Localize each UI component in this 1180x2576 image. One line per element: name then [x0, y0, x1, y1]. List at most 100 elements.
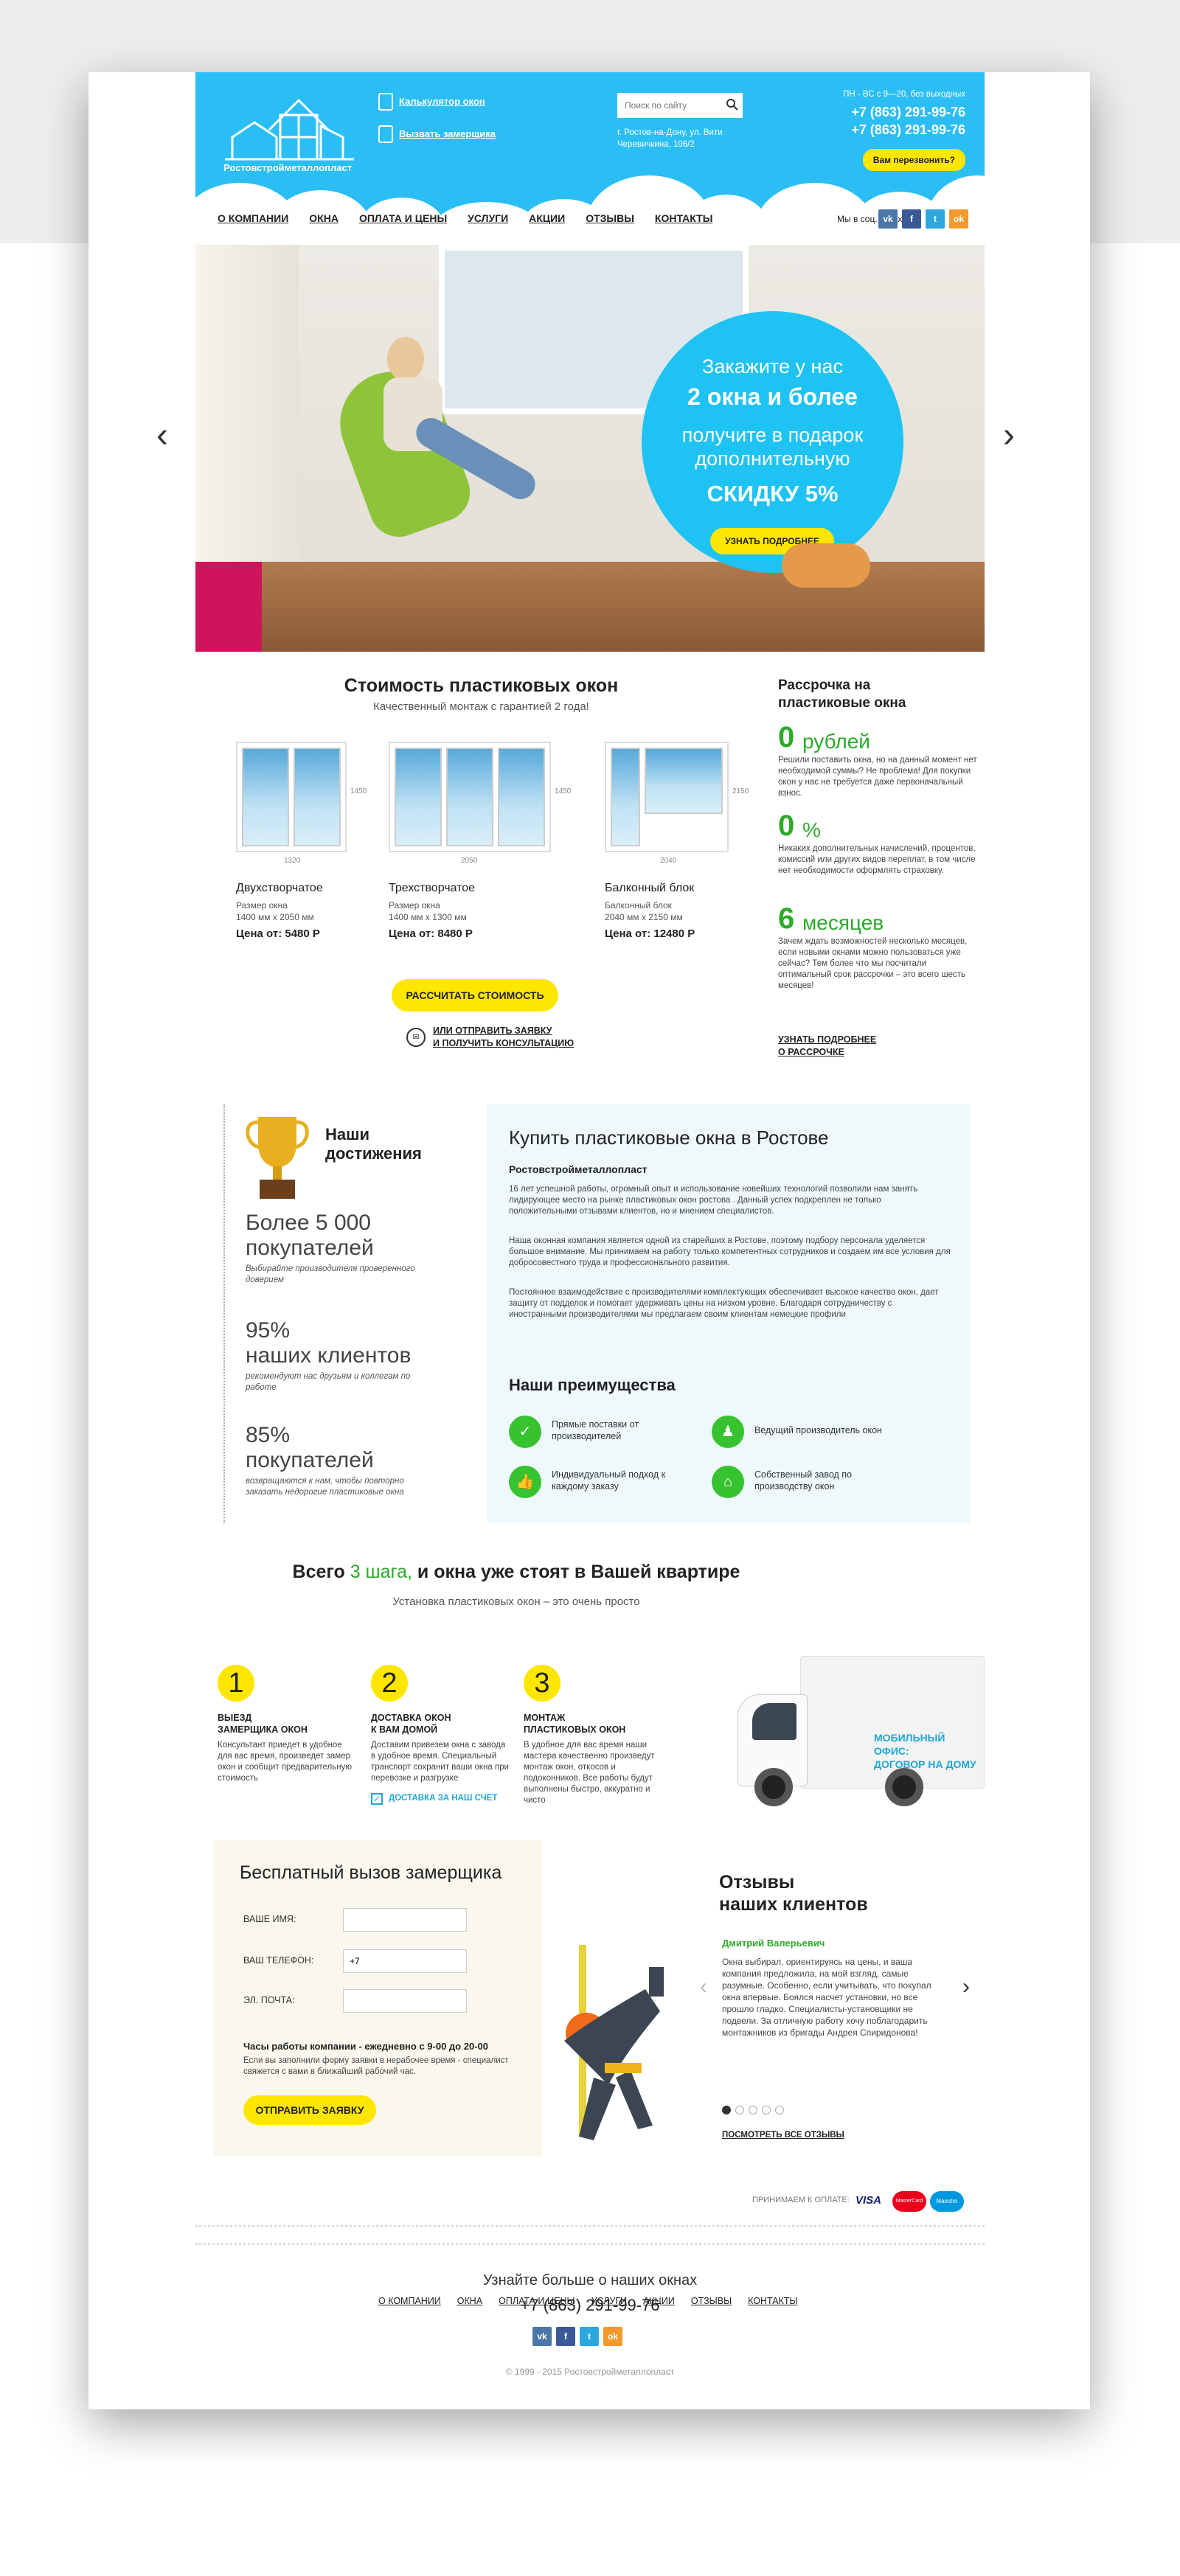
promo-circle: Закажите у нас 2 окна и более получите в…	[642, 311, 903, 573]
header-phone-2[interactable]: +7 (863) 291-99-76	[851, 122, 965, 138]
call-measurer-link[interactable]: Вызвать замерщика	[399, 128, 496, 139]
odnoklassniki-icon[interactable]: ok	[949, 209, 968, 229]
all-reviews-link[interactable]: ПОСМОТРЕТЬ ВСЕ ОТЗЫВЫ	[722, 2131, 844, 2140]
window-width: 2050	[461, 857, 478, 865]
window-size: 1400 мм x 2050 мм	[236, 912, 314, 922]
facebook-icon[interactable]: f	[902, 209, 921, 229]
slider-prev-arrow[interactable]: ‹	[156, 417, 174, 454]
nav-item-company[interactable]: О КОМПАНИИ	[218, 212, 288, 234]
step-heading: ВЫЕЗД ЗАМЕРЩИКА ОКОН	[218, 1712, 308, 1736]
step-text: Доставим привезем окна с завода в удобно…	[371, 1741, 509, 1783]
promo-line3-text: получите в подарок	[681, 424, 864, 446]
vk-icon[interactable]: vk	[878, 209, 898, 229]
window-size-label: Размер окна	[236, 900, 288, 911]
window-height: 1450	[350, 787, 367, 796]
nav-item-contacts[interactable]: КОНТАКТЫ	[655, 212, 712, 234]
phone-label: ВАШ ТЕЛЕФОН:	[243, 1955, 314, 1966]
credit-num: 0	[778, 810, 795, 842]
window-two-sash[interactable]	[236, 742, 347, 852]
window-name: Балконный блок	[605, 882, 695, 894]
credit-text: Решили поставить окна, но на данный моме…	[778, 756, 977, 798]
window-width: 2040	[660, 857, 677, 865]
vk-icon[interactable]: vk	[532, 2327, 552, 2346]
step-heading: ДОСТАВКА ОКОН К ВАМ ДОМОЙ	[371, 1712, 451, 1736]
maestro-icon: Maestro	[930, 2191, 964, 2212]
window-name: Двухстворчатое	[236, 882, 323, 894]
review-dot[interactable]	[762, 2106, 771, 2114]
nav-item-promotions[interactable]: АКЦИИ	[529, 212, 565, 234]
review-dot-active[interactable]	[722, 2106, 731, 2114]
nav-item-windows[interactable]: ОКНА	[309, 212, 339, 234]
nav-item-reviews[interactable]: ОТЗЫВЫ	[586, 212, 634, 234]
measurer-form: Бесплатный вызов замерщика ВАШЕ ИМЯ: ВАШ…	[214, 1840, 542, 2156]
achievements-title: Наши достижения	[325, 1125, 422, 1163]
form-title: Бесплатный вызов замерщика	[240, 1862, 502, 1883]
step-number: 3	[524, 1665, 560, 1702]
visa-icon: VISA	[856, 2194, 882, 2207]
truck-windshield	[752, 1703, 796, 1740]
achievement-line1: 85%	[246, 1423, 291, 1447]
slider-next-arrow[interactable]: ›	[1003, 417, 1021, 454]
search-icon[interactable]	[725, 97, 740, 112]
step-heading-line2: К ВАМ ДОМОЙ	[371, 1724, 438, 1735]
reviews-title: Отзывы наших клиентов	[719, 1871, 868, 1915]
review-prev-arrow[interactable]: ‹	[700, 1974, 707, 1999]
calculate-cost-button[interactable]: РАССЧИТАТЬ СТОИМОСТЬ	[392, 979, 558, 1012]
review-dot[interactable]	[735, 2106, 744, 2114]
window-balcony-block[interactable]	[605, 742, 729, 852]
steps-title: Всего 3 шага, и окна уже стоят в Вашей к…	[195, 1562, 837, 1583]
phone-field[interactable]	[343, 1949, 467, 1973]
review-text: Окна выбирал, ориентируясь на цены, и ва…	[722, 1957, 931, 2038]
window-size: 1400 мм x 1300 мм	[389, 912, 467, 922]
window-height: 2150	[732, 787, 749, 796]
step-text: Консультант приедет в удобное для вас вр…	[218, 1741, 352, 1783]
window-glass	[395, 748, 442, 846]
odnoklassniki-icon[interactable]: ok	[603, 2327, 622, 2346]
steps-subtitle: Установка пластиковых окон – это очень п…	[392, 1595, 640, 1608]
send-request-line1: ИЛИ ОТПРАВИТЬ ЗАЯВКУ	[433, 1026, 552, 1036]
truck-slogan-line1: МОБИЛЬНЫЙ ОФИС:	[874, 1732, 945, 1757]
header-phone-1[interactable]: +7 (863) 291-99-76	[851, 105, 965, 120]
window-glass	[645, 748, 723, 814]
credit-title-line2: пластиковые окна	[778, 695, 906, 711]
credit-link-line2: О РАССРОЧКЕ	[778, 1047, 844, 1057]
footer-phone[interactable]: +7 (863) 291-99-76	[195, 2296, 985, 2315]
window-three-sash[interactable]	[389, 742, 551, 852]
step-text: В удобное для вас время наши мастера кач…	[524, 1741, 655, 1805]
send-request-link[interactable]: ИЛИ ОТПРАВИТЬ ЗАЯВКУ И ПОЛУЧИТЬ КОНСУЛЬТА…	[433, 1025, 574, 1050]
achievements-title-line2: достижения	[325, 1144, 422, 1163]
prices-subtitle: Качественный монтаж с гарантией 2 года!	[373, 700, 589, 713]
calculator-link[interactable]: Калькулятор окон	[399, 96, 485, 107]
checkmark-icon: ✓	[509, 1416, 541, 1448]
search-input[interactable]	[617, 93, 743, 118]
review-dot[interactable]	[749, 2106, 757, 2114]
review-next-arrow[interactable]: ›	[962, 1974, 970, 1999]
step-number: 1	[218, 1665, 254, 1702]
email-field[interactable]	[343, 1989, 467, 2013]
credit-num: 0	[778, 721, 795, 753]
advantage-text: Прямые поставки от производителей	[552, 1419, 639, 1441]
credit-more-link[interactable]: УЗНАТЬ ПОДРОБНЕЕ О РАССРОЧКЕ	[778, 1034, 876, 1059]
worker-image	[564, 1945, 664, 2140]
credit-num: 6	[778, 902, 795, 935]
advantage-text: Индивидуальный подход к каждому заказу	[552, 1469, 666, 1491]
review-dot[interactable]	[775, 2106, 784, 2114]
twitter-icon[interactable]: t	[580, 2327, 599, 2346]
achievement-value: 85% покупателей	[246, 1423, 374, 1473]
callback-button[interactable]: Вам перезвонить?	[862, 149, 965, 171]
footer-divider	[195, 2243, 985, 2245]
mastercard-icon: MasterCard	[892, 2191, 926, 2212]
window-price: Цена от: 8480 Р	[389, 927, 473, 940]
credit-title: Рассрочка на пластиковые окна	[778, 677, 906, 712]
name-field[interactable]	[343, 1908, 467, 1932]
credit-text: Никаких дополнительных начислений, проце…	[778, 844, 976, 875]
twitter-icon[interactable]: t	[926, 209, 945, 229]
nav-item-services[interactable]: УСЛУГИ	[468, 212, 508, 234]
submit-request-button[interactable]: ОТПРАВИТЬ ЗАЯВКУ	[243, 2095, 376, 2125]
window-size-label: Балконный блок	[605, 900, 672, 911]
nav-item-payment[interactable]: ОПЛАТА И ЦЕНЫ	[359, 212, 447, 234]
facebook-icon[interactable]: f	[556, 2327, 575, 2346]
step-heading-line2: ЗАМЕРЩИКА ОКОН	[218, 1724, 308, 1735]
window-price: Цена от: 5480 Р	[236, 927, 320, 940]
achievement-line1: Более 5 000	[246, 1211, 371, 1235]
